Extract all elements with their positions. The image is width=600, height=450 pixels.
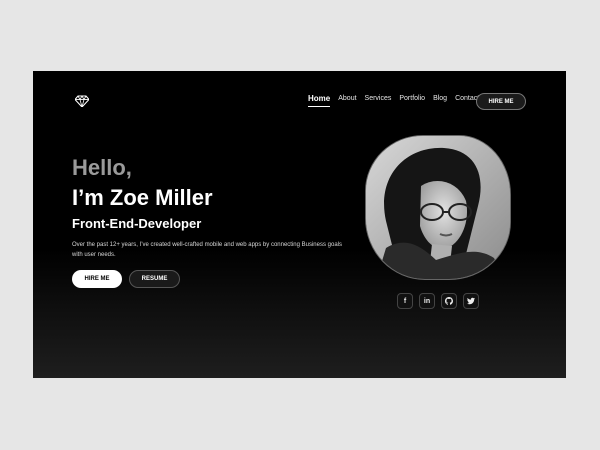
hero-role: Front-End-Developer [72,216,202,231]
hero-greeting: Hello, [72,155,132,180]
nav-blog[interactable]: Blog [433,93,447,105]
facebook-icon[interactable]: f [397,293,413,309]
nav-about[interactable]: About [338,93,356,105]
social-links: f in [397,293,479,309]
twitter-icon[interactable] [463,293,479,309]
nav-services[interactable]: Services [365,93,392,105]
github-icon[interactable] [441,293,457,309]
hero-name: I’m Zoe Miller [72,185,213,210]
nav-portfolio[interactable]: Portfolio [399,93,425,105]
hero-description: Over the past 12+ years, I’ve created we… [72,242,342,258]
header-hire-me-button[interactable]: HIRE ME [476,93,526,110]
profile-photo [365,135,511,280]
linkedin-icon[interactable]: in [419,293,435,309]
hire-me-button[interactable]: HIRE ME [72,270,122,288]
main-nav: Home About Services Portfolio Blog Conta… [308,93,487,107]
diamond-logo-icon[interactable] [75,95,89,107]
nav-home[interactable]: Home [308,93,331,107]
resume-button[interactable]: RESUME [129,270,180,288]
website-frame: Home About Services Portfolio Blog Conta… [33,71,566,378]
